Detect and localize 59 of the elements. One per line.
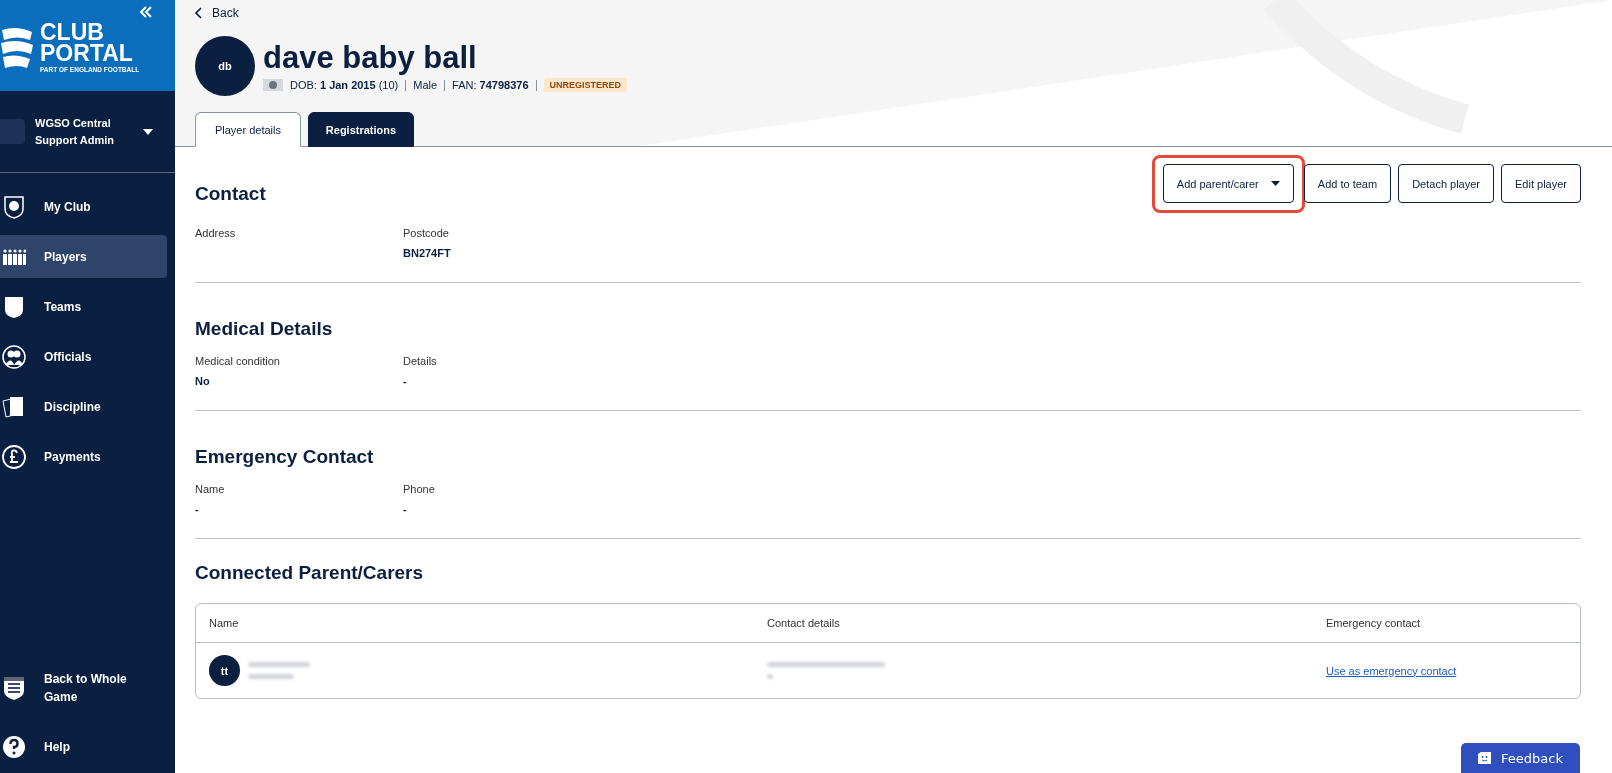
- collapse-icon[interactable]: [139, 6, 153, 18]
- field-value: -: [195, 503, 200, 515]
- account-switcher[interactable]: WGSO Central Support Admin: [0, 91, 175, 173]
- nav-item[interactable]: Players: [0, 235, 167, 278]
- player-avatar: db: [195, 36, 255, 96]
- action-button[interactable]: Detach player: [1398, 164, 1494, 203]
- column-header: Name: [209, 617, 240, 629]
- status-badge: UNREGISTERED: [543, 78, 628, 92]
- nav-item[interactable]: Back to Whole Game: [0, 670, 167, 706]
- pound-icon: [2, 444, 26, 469]
- field-label: Details: [403, 355, 438, 369]
- officials-icon: [2, 344, 26, 369]
- cards-icon: [2, 394, 26, 419]
- account-role: Support Admin: [35, 132, 116, 148]
- nav-item[interactable]: Teams: [0, 285, 167, 328]
- chevron-left-icon: [195, 7, 203, 19]
- field-value: -: [403, 503, 408, 515]
- caret-icon: [1270, 181, 1280, 186]
- action-button[interactable]: Add to team: [1303, 164, 1392, 203]
- shield-icon: [2, 294, 26, 319]
- logo-title: PORTAL: [40, 43, 134, 64]
- nav-item[interactable]: Help: [0, 735, 167, 759]
- account-name: WGSO Central: [35, 115, 112, 131]
- section-title: Connected Parent/Carers: [195, 561, 425, 585]
- gender: Male: [413, 79, 438, 91]
- field-value: No: [195, 375, 211, 387]
- england-crest-icon: [2, 676, 26, 700]
- field-value: -: [403, 375, 408, 387]
- globe-icon: [263, 79, 283, 91]
- field-label: Postcode: [403, 227, 450, 241]
- date-of-birth: DOB: 1 Jan 2015 (10): [290, 79, 399, 91]
- section-title: Contact: [195, 182, 266, 206]
- nav-item[interactable]: Officials: [0, 335, 167, 378]
- crest-icon: [2, 194, 26, 219]
- feedback-button[interactable]: Feedback: [1461, 743, 1580, 773]
- field-value: BN274FT: [403, 247, 452, 259]
- player-name: dave baby ball: [263, 40, 478, 76]
- tab[interactable]: Registrations: [308, 112, 414, 147]
- action-button[interactable]: Add parent/carer: [1162, 164, 1294, 203]
- section-title: Medical Details: [195, 317, 333, 341]
- back-link[interactable]: Back: [195, 6, 239, 20]
- field-label: Name: [195, 483, 226, 497]
- column-header: Emergency contact: [1326, 617, 1422, 629]
- tab[interactable]: Player details: [195, 112, 301, 147]
- caret-icon: [143, 128, 153, 135]
- nav-item[interactable]: My Club: [0, 185, 167, 228]
- nav-item[interactable]: Payments: [0, 435, 167, 478]
- field-label: Address: [195, 227, 237, 241]
- action-button[interactable]: Edit player: [1501, 164, 1581, 203]
- contact-avatar: tt: [209, 655, 240, 686]
- field-label: Medical condition: [195, 355, 281, 369]
- section-title: Emergency Contact: [195, 445, 374, 469]
- column-header: Contact details: [767, 617, 841, 629]
- field-label: Phone: [403, 483, 436, 497]
- fan-number: FAN: 74798376: [452, 79, 529, 91]
- smiley-icon: [1478, 752, 1492, 764]
- emergency-contact-link[interactable]: Use as emergency contact: [1326, 664, 1457, 677]
- logo-title: CLUB: [40, 22, 104, 43]
- nav-item[interactable]: Discipline: [0, 385, 167, 428]
